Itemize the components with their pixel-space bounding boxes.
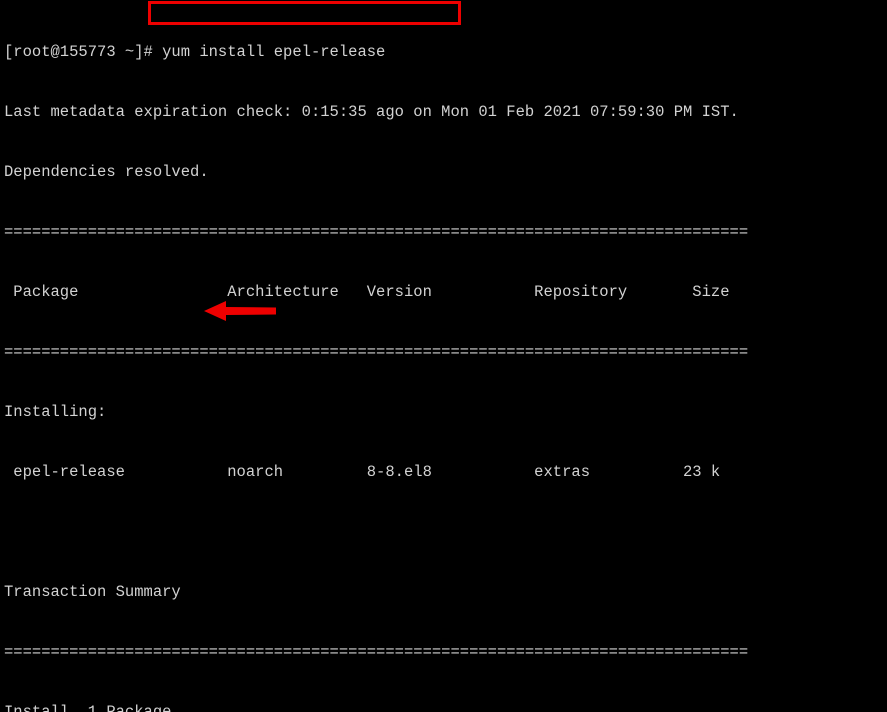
terminal-separator-line: ========================================… bbox=[4, 643, 749, 661]
terminal-table-header: Package Architecture Version Repository … bbox=[4, 283, 730, 301]
terminal-separator-line: ========================================… bbox=[4, 343, 749, 361]
terminal-line: Dependencies resolved. bbox=[4, 163, 209, 181]
terminal-line: [root@155773 ~]# yum install epel-releas… bbox=[4, 43, 386, 61]
terminal-screen[interactable]: [root@155773 ~]# yum install epel-releas… bbox=[0, 0, 748, 712]
terminal-line: Install 1 Package bbox=[4, 703, 172, 712]
terminal-line: Installing: bbox=[4, 403, 107, 421]
terminal-table-row: epel-release noarch 8-8.el8 extras 23 k bbox=[4, 463, 721, 481]
terminal-separator-line: ========================================… bbox=[4, 223, 749, 241]
terminal-line: Last metadata expiration check: 0:15:35 … bbox=[4, 103, 739, 121]
terminal-window[interactable]: [root@155773 ~]# yum install epel-releas… bbox=[0, 0, 887, 712]
terminal-line: Transaction Summary bbox=[4, 583, 181, 601]
